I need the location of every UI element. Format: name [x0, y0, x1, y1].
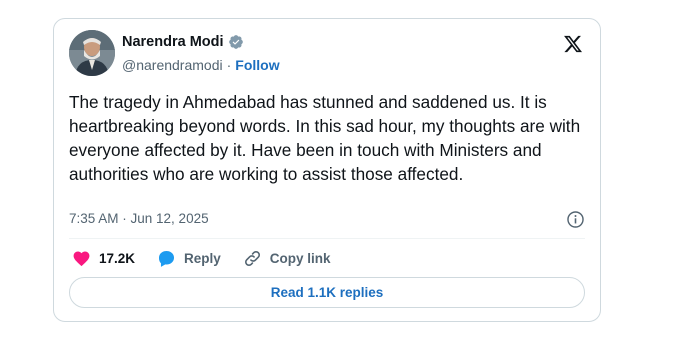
- like-button[interactable]: 17.2K: [72, 249, 135, 268]
- heart-icon: [73, 251, 90, 267]
- like-count: 17.2K: [99, 251, 136, 266]
- read-replies-button[interactable]: Read 1.1K replies: [69, 277, 585, 308]
- avatar[interactable]: [69, 30, 115, 76]
- copy-link-button[interactable]: Copy link: [243, 249, 331, 268]
- follow-button[interactable]: Follow: [235, 57, 279, 73]
- reply-bubble-icon: [159, 250, 175, 267]
- link-icon: [244, 251, 260, 266]
- verified-badge-icon: [228, 35, 243, 49]
- tweet-card: Narendra Modi @narendramodi · Follow The…: [53, 18, 601, 322]
- author-name[interactable]: Narendra Modi: [122, 34, 224, 50]
- separator-dot: ·: [226, 57, 232, 73]
- author-handle[interactable]: @narendramodi: [122, 57, 223, 73]
- x-logo-icon[interactable]: [563, 34, 583, 54]
- action-bar: 17.2K Reply Copy link: [72, 249, 353, 268]
- tweet-text: The tragedy in Ahmedabad has stunned and…: [69, 92, 581, 184]
- copy-link-label: Copy link: [269, 251, 331, 266]
- info-icon[interactable]: [566, 210, 585, 229]
- divider: [69, 238, 585, 239]
- reply-button[interactable]: Reply: [157, 249, 221, 268]
- reply-label: Reply: [184, 251, 221, 266]
- tweet-timestamp[interactable]: 7:35 AM · Jun 12, 2025: [69, 211, 209, 226]
